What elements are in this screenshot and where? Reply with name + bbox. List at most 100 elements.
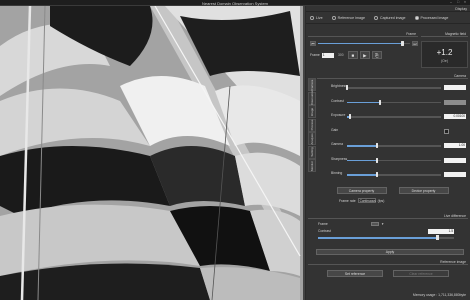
display-option-processed[interactable]: Processed image: [414, 15, 448, 20]
live-contrast-slider[interactable]: [318, 235, 454, 241]
exposure-value-field[interactable]: 0.00100: [444, 114, 466, 119]
exposure-slider[interactable]: [347, 114, 441, 120]
radio-selected-icon[interactable]: [414, 15, 419, 20]
brightness-control: Brightness: [317, 79, 468, 94]
magnetic-field-unit: (Oe): [441, 59, 448, 63]
gamma-control: Gamma 1.00: [317, 137, 468, 152]
frame-rate-label: Frame rate: [339, 198, 356, 203]
slider-handle[interactable]: [375, 143, 379, 149]
reference-image-section: Reference image Set reference Clear refe…: [308, 260, 468, 282]
device-property-button[interactable]: Device property: [398, 187, 449, 194]
apply-button[interactable]: Apply: [316, 249, 464, 255]
frame-rate-row: Frame rate Continuous (fps): [339, 198, 384, 203]
clear-reference-button[interactable]: Clear reference: [393, 270, 449, 277]
frame-section: Frame ⏮ ⏭ Frame 1 300 ■ ▶ ⎘: [308, 32, 418, 70]
exposure-control: Exposure 0.00100: [317, 108, 468, 123]
brightness-slider[interactable]: [345, 85, 441, 91]
frame-header: Frame: [308, 32, 418, 37]
frame-spinbox[interactable]: 1: [321, 52, 334, 58]
tab-process[interactable]: Process: [308, 118, 316, 132]
radio-icon[interactable]: [310, 15, 314, 20]
frame-slider[interactable]: [318, 40, 410, 46]
frame-slider-handle[interactable]: [401, 40, 404, 46]
frame-rate-field[interactable]: Continuous: [357, 198, 376, 203]
chevron-down-icon[interactable]: ▾: [382, 222, 384, 226]
control-label: Gain: [331, 127, 339, 132]
tab-setting[interactable]: Setting: [308, 145, 316, 159]
control-label: Exposure: [331, 113, 346, 117]
control-label: Sharpness: [331, 156, 348, 161]
radio-icon[interactable]: [373, 15, 378, 20]
binning-control: Binning: [317, 166, 468, 181]
gain-checkbox[interactable]: [444, 128, 449, 134]
contrast-control: Contrast: [317, 94, 468, 109]
contrast-value-field[interactable]: [444, 99, 466, 105]
close-icon[interactable]: ×: [463, 0, 467, 4]
gamma-slider[interactable]: [347, 143, 441, 149]
live-contrast-value[interactable]: 1.5: [428, 229, 454, 234]
gain-control: Gain: [317, 123, 468, 138]
radio-icon[interactable]: [331, 15, 336, 20]
side-tabs: Camera Observation Image Process Analysi…: [308, 78, 316, 208]
live-frame-selector[interactable]: [370, 222, 379, 226]
tab-analysis[interactable]: Analysis: [308, 132, 316, 145]
frame-slider-fill: [318, 42, 403, 45]
tab-observation[interactable]: Observation: [308, 90, 316, 106]
magnetic-field-display: +1.2 (Oe): [421, 41, 468, 68]
slider-handle[interactable]: [375, 172, 379, 178]
live-frame-label: Frame: [318, 222, 328, 226]
binning-slider[interactable]: [347, 172, 441, 178]
frame-rate-unit: (fps): [377, 198, 385, 203]
slider-fill: [347, 174, 378, 176]
magnetic-field-section: Magnetic field +1.2 (Oe): [421, 32, 468, 70]
slider-fill: [318, 237, 438, 239]
display-option-captured[interactable]: Captured image: [373, 15, 406, 20]
live-difference-section: Live difference Frame ▾ Contrast 1.5 App…: [308, 214, 468, 258]
play-button[interactable]: ▶: [359, 51, 370, 59]
save-icon[interactable]: ⎘: [371, 51, 382, 59]
control-label: Binning: [331, 171, 343, 175]
sharpness-slider[interactable]: [347, 157, 441, 163]
camera-property-button[interactable]: Camera property: [336, 187, 387, 194]
minimize-icon[interactable]: –: [449, 0, 453, 4]
slider-handle[interactable]: [378, 99, 382, 105]
slider-handle[interactable]: [375, 157, 379, 163]
set-reference-button[interactable]: Set reference: [327, 270, 383, 277]
contrast-label: Contrast: [318, 229, 331, 233]
control-panel: Display Live Reference image Captured im…: [306, 6, 470, 300]
slider-handle[interactable]: [436, 235, 439, 241]
slider-fill: [347, 145, 378, 147]
last-frame-button[interactable]: ⏭: [412, 41, 418, 46]
gamma-value-field[interactable]: 1.00: [444, 143, 466, 148]
slider-handle[interactable]: [348, 114, 352, 120]
sharpness-value-field[interactable]: [444, 157, 466, 163]
display-mode-group: Live Reference image Captured image Proc…: [306, 12, 470, 24]
frame-total: 300: [338, 52, 344, 57]
camera-section: Camera Brightness Contrast Exposure 0.00…: [317, 74, 468, 214]
window-controls: – □ ×: [449, 0, 467, 4]
brightness-value-field[interactable]: [444, 85, 466, 90]
image-viewer[interactable]: [0, 6, 305, 300]
domain-image: [0, 6, 303, 300]
slider-fill: [347, 101, 380, 103]
camera-buttons: Camera property Device property: [317, 187, 468, 194]
display-option-reference[interactable]: Reference image: [331, 15, 365, 20]
magnetic-field-value: +1.2: [436, 48, 453, 57]
maximize-icon[interactable]: □: [456, 0, 460, 4]
slider-fill: [347, 159, 378, 161]
tab-image[interactable]: Image: [308, 105, 316, 118]
control-label: Gamma: [331, 142, 344, 146]
live-difference-header: Live difference: [308, 214, 468, 219]
contrast-slider[interactable]: [347, 99, 441, 105]
display-option-live[interactable]: Live: [310, 15, 323, 20]
control-label: Brightness: [331, 84, 348, 88]
first-frame-button[interactable]: ⏮: [310, 41, 316, 46]
frame-label: Frame: [310, 53, 320, 57]
stop-button[interactable]: ■: [347, 51, 358, 59]
sharpness-control: Sharpness: [317, 152, 468, 167]
binning-value-field[interactable]: [444, 172, 466, 177]
reference-image-header: Reference image: [308, 260, 468, 265]
slider-handle[interactable]: [345, 85, 349, 91]
tab-monitor[interactable]: Monitor: [308, 159, 316, 172]
control-label: Contrast: [331, 98, 344, 103]
